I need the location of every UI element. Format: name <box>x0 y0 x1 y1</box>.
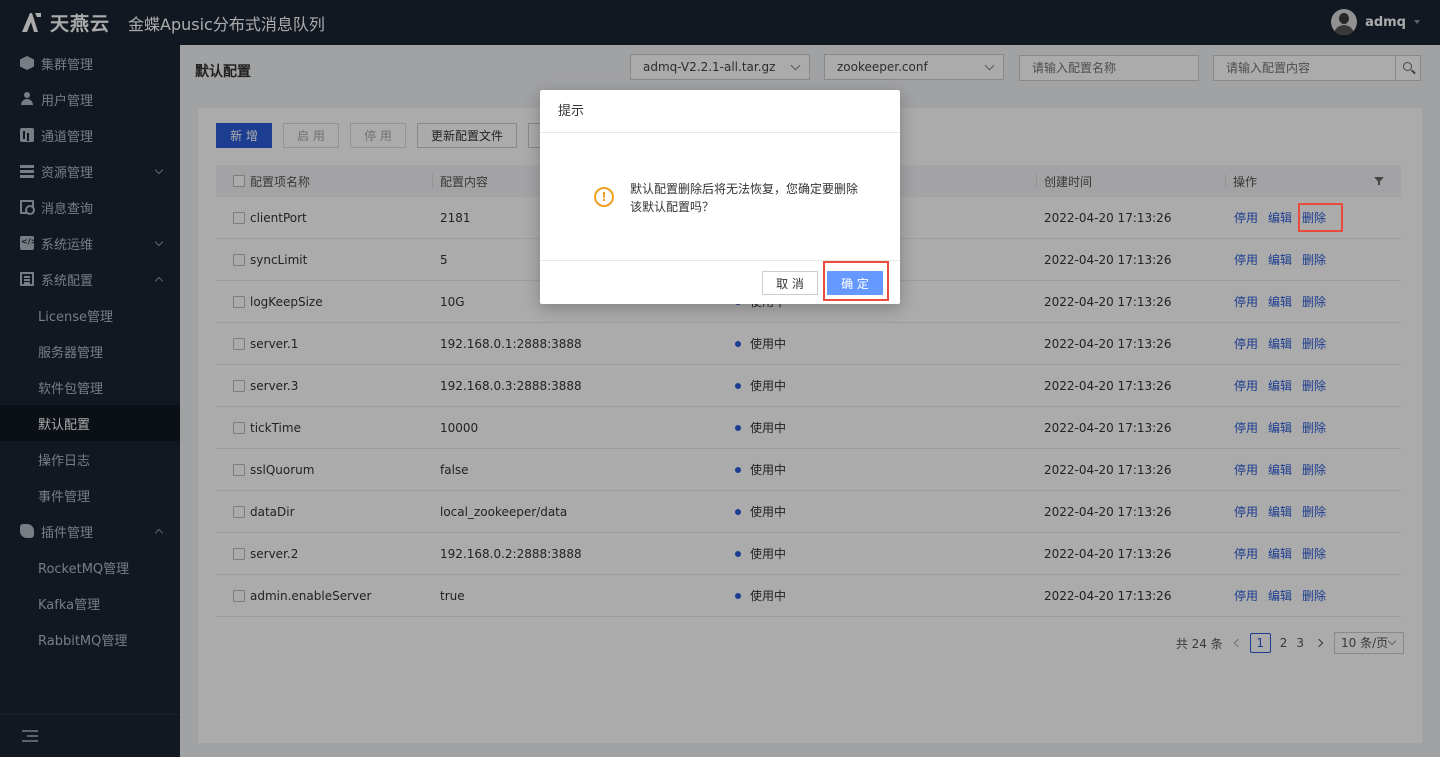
highlight-delete-box <box>1298 203 1343 232</box>
dialog-message: 默认配置删除后将无法恢复，您确定要删除该默认配置吗？ <box>630 182 859 214</box>
cancel-button[interactable]: 取 消 <box>762 271 818 295</box>
dialog-title: 提示 <box>540 90 900 133</box>
dialog-body: ! 默认配置删除后将无法恢复，您确定要删除该默认配置吗？ <box>540 134 900 260</box>
highlight-confirm-box <box>823 261 889 301</box>
warning-icon: ! <box>594 187 614 207</box>
